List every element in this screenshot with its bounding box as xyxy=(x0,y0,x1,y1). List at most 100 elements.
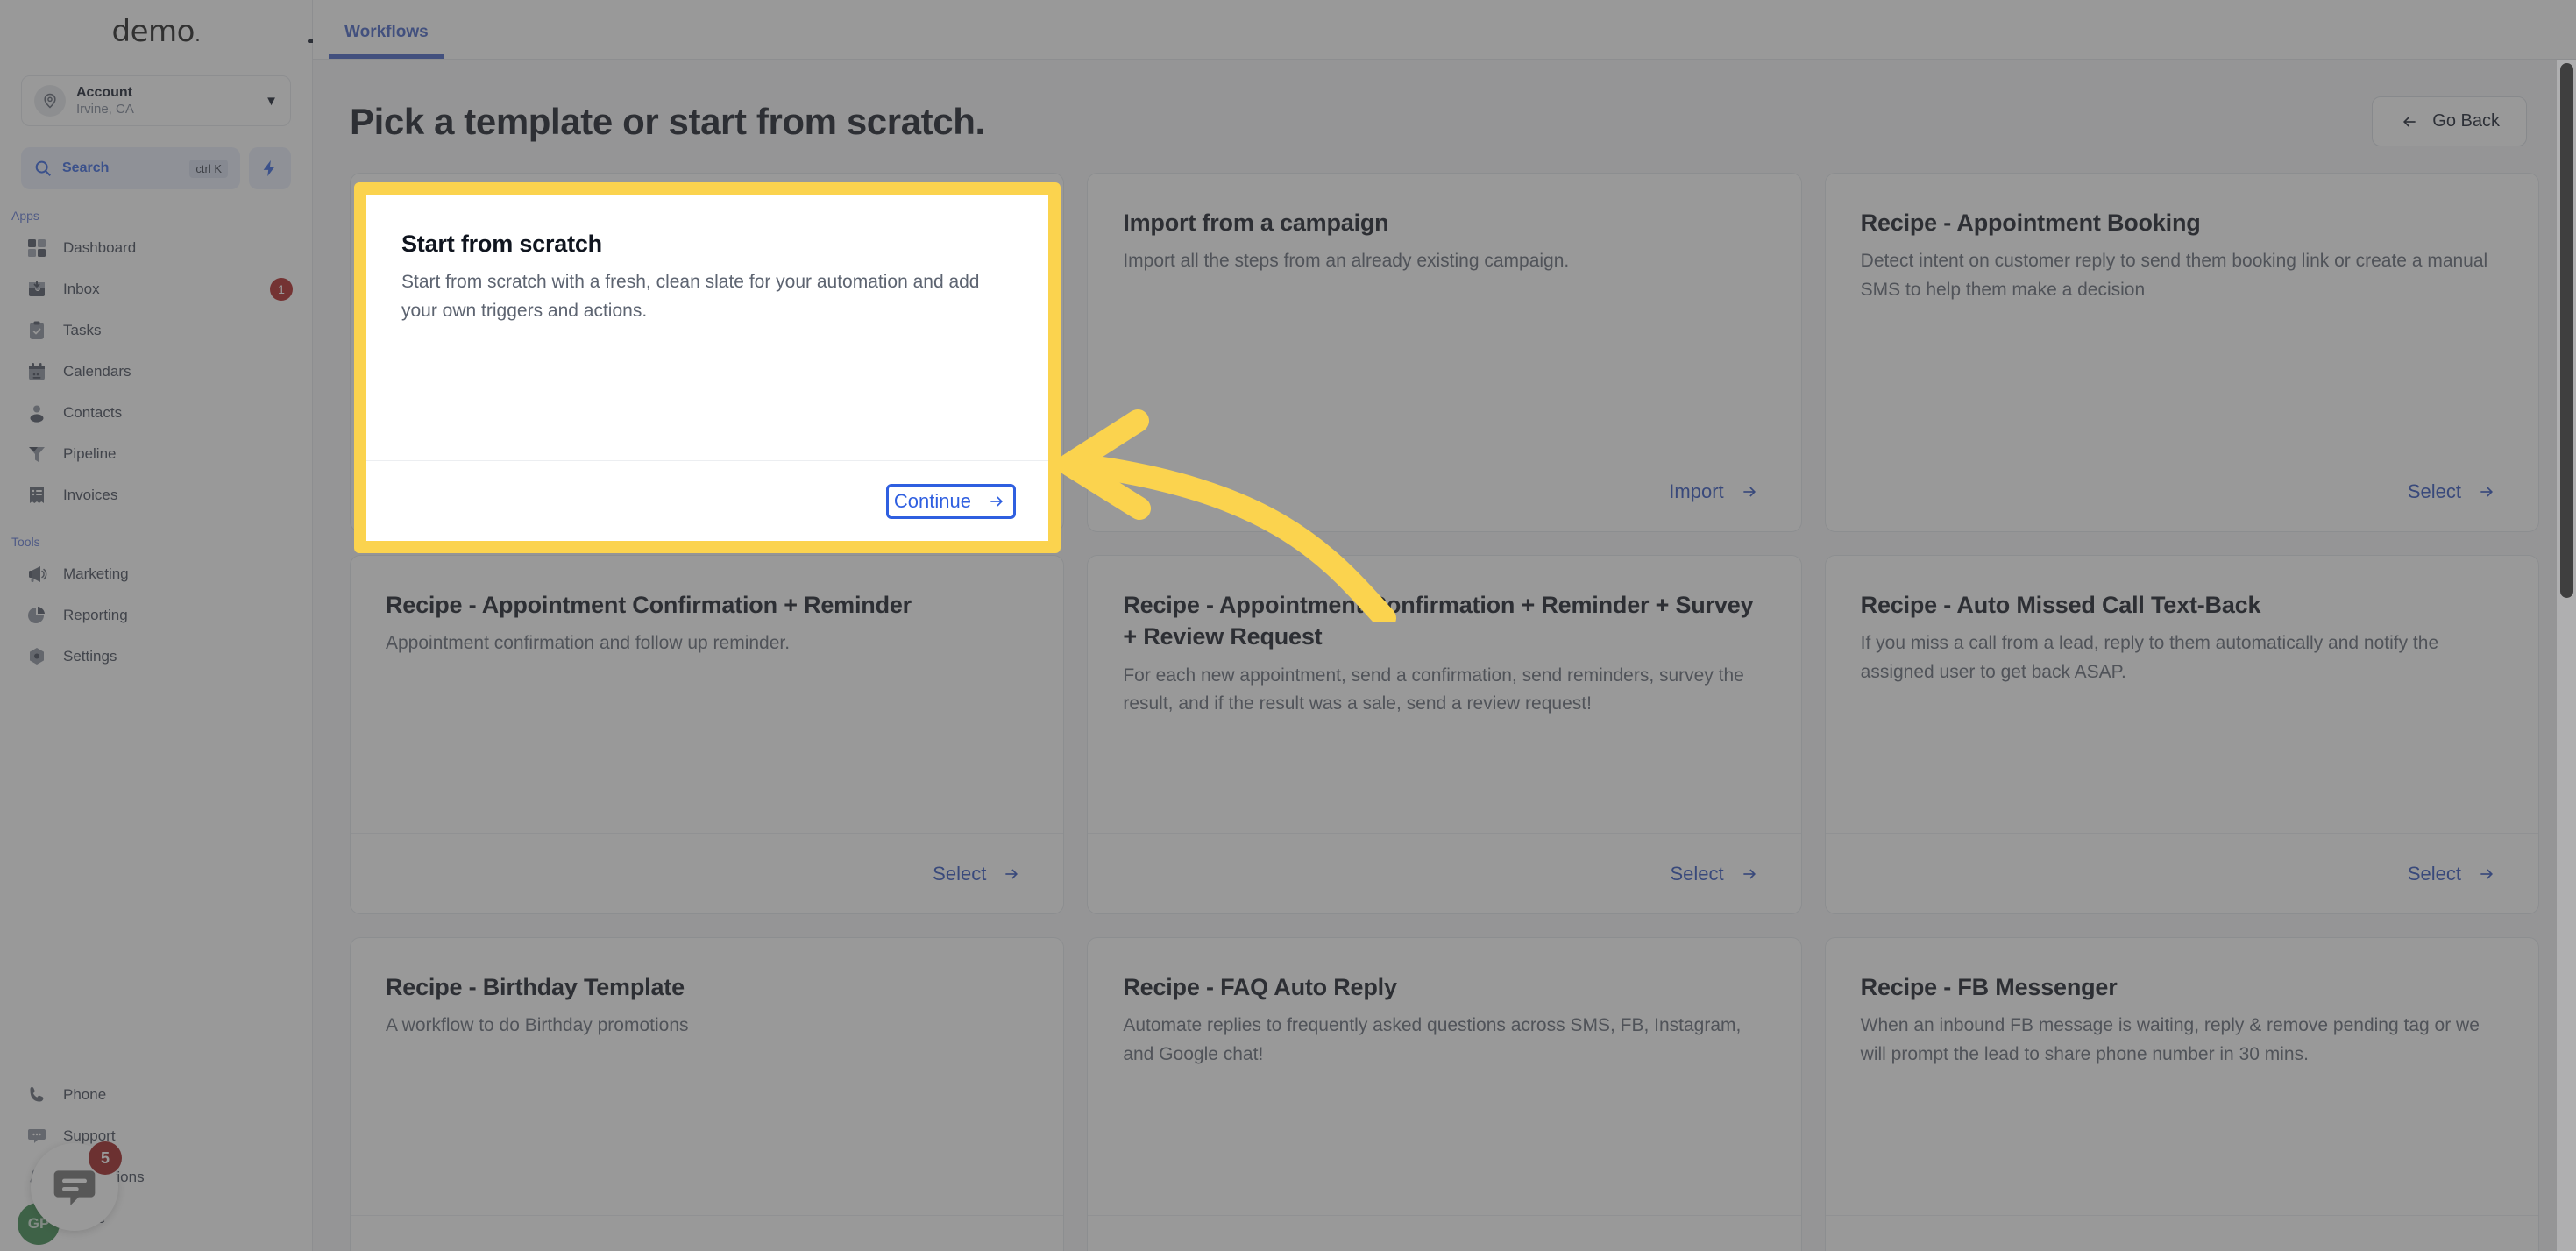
nav-section-title: Tools xyxy=(11,535,40,549)
sidebar-item-pipeline[interactable]: Pipeline xyxy=(0,433,312,474)
card-start-from-scratch[interactable]: Start from scratch Start from scratch wi… xyxy=(366,195,1048,541)
template-card[interactable]: Recipe - Appointment Booking Detect inte… xyxy=(1824,173,2539,532)
sidebar-item-calendars[interactable]: Calendars xyxy=(0,351,312,392)
arrow-right-icon xyxy=(2480,486,2493,497)
card-action-label: Select xyxy=(1670,862,1724,885)
tasks-icon xyxy=(30,321,44,339)
card-action-button[interactable]: Select xyxy=(2402,859,2503,889)
phone-icon xyxy=(26,1084,47,1105)
card-footer: Select xyxy=(351,833,1064,913)
sidebar-item-label: Phone xyxy=(63,1085,107,1103)
template-card[interactable]: Recipe - Appointment Confirmation + Remi… xyxy=(1087,555,1802,914)
card-body: Start from scratch Start from scratch wi… xyxy=(366,195,1048,460)
sidebar-item-label: Support xyxy=(63,1127,116,1144)
card-body: Recipe - Auto Missed Call Text-Back If y… xyxy=(1826,556,2538,833)
brand-logo: demo. xyxy=(112,14,201,49)
card-body: Recipe - Appointment Confirmation + Remi… xyxy=(351,556,1063,833)
sidebar-item-support[interactable]: Support xyxy=(0,1115,312,1156)
card-title: Recipe - Appointment Confirmation + Remi… xyxy=(1123,592,1754,650)
inbox-icon xyxy=(29,280,45,296)
brand-logo-text: demo xyxy=(111,14,195,49)
account-switcher[interactable]: Account Irvine, CA ▼ xyxy=(21,75,291,126)
card-description: If you miss a call from a lead, reply to… xyxy=(1860,633,2439,682)
card-description: When an inbound FB message is waiting, r… xyxy=(1860,1015,2480,1064)
card-title: Import from a campaign xyxy=(1123,210,1389,236)
card-description: Import all the steps from an already exi… xyxy=(1123,251,1570,272)
continue-button[interactable]: Continue xyxy=(885,483,1017,519)
sidebar-item-phone[interactable]: Phone xyxy=(0,1074,312,1115)
inbox-icon xyxy=(26,279,47,300)
arrow-right-icon xyxy=(2480,868,2493,879)
card-action-button[interactable]: Select xyxy=(927,859,1028,889)
search-input[interactable]: Search ctrl K xyxy=(21,147,240,189)
sidebar-item-inbox[interactable]: Inbox 1 xyxy=(0,268,312,309)
tab-bar: Workflows xyxy=(313,0,2576,60)
sidebar-item-label: Marketing xyxy=(63,565,129,582)
contacts-icon xyxy=(30,405,44,423)
go-back-button[interactable]: Go Back xyxy=(2372,96,2527,146)
card-title: Recipe - FB Messenger xyxy=(1860,974,2118,1000)
lightning-bolt-icon xyxy=(263,160,275,177)
sidebar-item-contacts[interactable]: Contacts xyxy=(0,392,312,433)
card-title: Recipe - Appointment Confirmation + Remi… xyxy=(386,592,912,618)
card-title: Start from scratch xyxy=(401,231,602,257)
sidebar-item-label: Invoices xyxy=(63,486,118,503)
chat-bubble-icon xyxy=(26,1126,47,1147)
template-card[interactable]: Recipe - Birthday Template A workflow to… xyxy=(350,937,1065,1251)
sidebar-item-dashboard[interactable]: Dashboard xyxy=(0,227,312,268)
sidebar-item-badge: 1 xyxy=(270,277,293,301)
scrollbar-thumb[interactable] xyxy=(2560,63,2573,598)
chat-widget-button[interactable]: 5 xyxy=(31,1141,122,1231)
continue-label: Continue xyxy=(893,489,971,512)
card-action-button[interactable]: Import xyxy=(1664,477,1765,507)
nav-sections: Apps Dashboard Inbox 1 Tasks Calendars Contact… xyxy=(0,189,312,677)
gear-icon xyxy=(26,646,47,667)
card-title: Recipe - Birthday Template xyxy=(386,974,685,1000)
megaphone-icon xyxy=(29,565,47,582)
sidebar-item-label: Settings xyxy=(63,647,117,665)
sidebar-item-invoices[interactable]: Invoices xyxy=(0,474,312,515)
card-title: Recipe - FAQ Auto Reply xyxy=(1123,974,1397,1000)
card-description: Detect intent on customer reply to send … xyxy=(1860,251,2488,300)
card-action-button[interactable]: Select xyxy=(2402,477,2503,507)
sidebar-item-marketing[interactable]: Marketing xyxy=(0,553,312,594)
sidebar-item-reporting[interactable]: Reporting xyxy=(0,594,312,636)
card-action-button[interactable]: Select xyxy=(1665,859,1766,889)
card-title: Recipe - Appointment Booking xyxy=(1860,210,2201,236)
card-footer: Select xyxy=(1825,451,2538,531)
dashboard-icon xyxy=(26,238,47,259)
pie-chart-icon xyxy=(28,606,45,623)
sidebar-item-label: Reporting xyxy=(63,606,128,623)
quick-actions-button[interactable] xyxy=(249,147,291,189)
sidebar-item-label: Calendars xyxy=(63,362,131,380)
template-card[interactable]: Recipe - FAQ Auto Reply Automate replies… xyxy=(1087,937,1802,1251)
sidebar: demo. Account Irvine, CA ▼ Search ctrl K… xyxy=(0,0,336,1251)
card-body: Import from a campaign Import all the st… xyxy=(1088,174,1800,451)
template-card[interactable]: Recipe - Auto Missed Call Text-Back If y… xyxy=(1824,555,2539,914)
arrow-left-icon xyxy=(2403,116,2416,127)
card-footer xyxy=(351,1215,1064,1251)
search-shortcut: ctrl K xyxy=(189,159,228,178)
template-card[interactable]: Recipe - Appointment Confirmation + Remi… xyxy=(350,555,1065,914)
card-footer: Select xyxy=(1825,833,2538,913)
calendar-icon xyxy=(26,361,47,382)
card-body: Recipe - Birthday Template A workflow to… xyxy=(351,938,1063,1215)
sidebar-item-settings[interactable]: Settings xyxy=(0,636,312,677)
megaphone-icon xyxy=(26,564,47,585)
invoices-icon xyxy=(30,486,44,503)
card-title: Recipe - Auto Missed Call Text-Back xyxy=(1860,592,2261,618)
sidebar-item-label: Inbox xyxy=(63,280,100,297)
app-root: demo. Account Irvine, CA ▼ Search ctrl K… xyxy=(0,0,2576,1251)
sidebar-item-tasks[interactable]: Tasks xyxy=(0,309,312,351)
card-footer: Select xyxy=(1088,833,1801,913)
template-card[interactable]: Import from a campaign Import all the st… xyxy=(1087,173,1802,532)
card-action-label: Import xyxy=(1669,480,1724,502)
chevron-down-icon: ▼ xyxy=(265,93,278,109)
brand-row: demo. xyxy=(0,0,336,63)
template-card[interactable]: Recipe - FB Messenger When an inbound FB… xyxy=(1824,937,2539,1251)
card-body: Recipe - Appointment Booking Detect inte… xyxy=(1826,174,2538,451)
tab-workflows[interactable]: Workflows xyxy=(329,23,444,59)
card-action-label: Select xyxy=(933,862,987,885)
card-description: A workflow to do Birthday promotions xyxy=(386,1015,689,1036)
